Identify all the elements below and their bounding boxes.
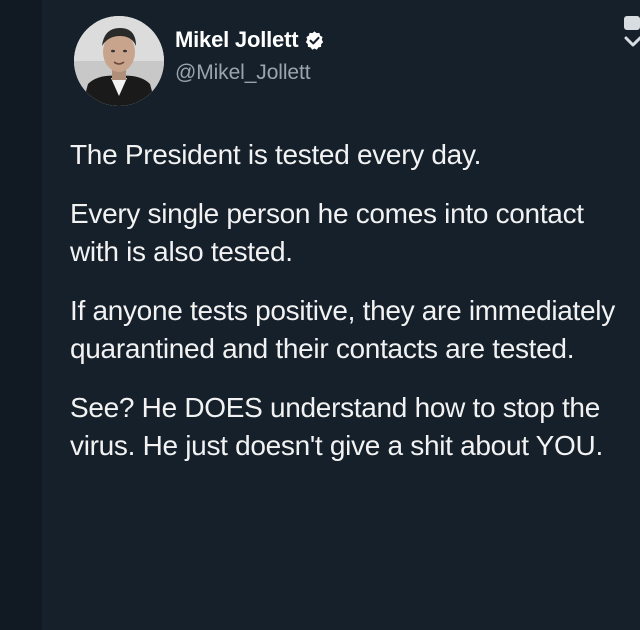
verified-badge-icon [306, 30, 324, 50]
tweet-paragraph: The President is tested every day. [70, 139, 482, 170]
tweet-paragraph: If anyone tests positive, they are immed… [70, 295, 615, 364]
tweet-paragraph: Every single person he comes into contac… [70, 198, 584, 267]
display-name-row[interactable]: Mikel Jollett [175, 26, 325, 54]
tweet-text: The President is tested every day. Every… [70, 136, 630, 486]
user-handle[interactable]: @Mikel_Jollett [175, 61, 311, 85]
left-edge-panel [0, 0, 42, 630]
tweet-paragraph: See? He DOES understand how to stop the … [70, 392, 603, 461]
profile-photo [74, 16, 164, 106]
chevron-down-icon[interactable] [622, 14, 640, 48]
avatar[interactable] [74, 16, 164, 106]
display-name[interactable]: Mikel Jollett [175, 27, 299, 53]
